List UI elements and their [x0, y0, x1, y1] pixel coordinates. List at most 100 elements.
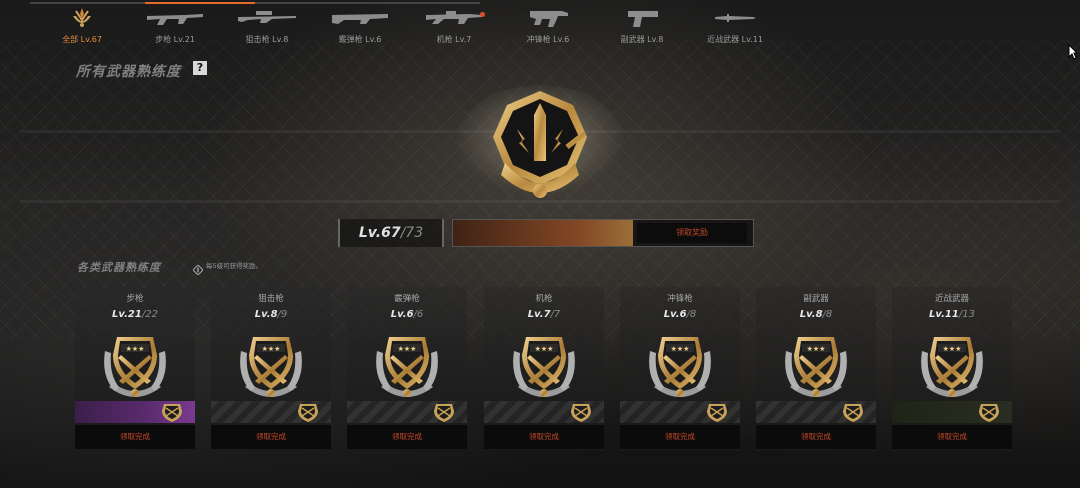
reward-preview-strip — [75, 401, 195, 423]
reward-preview-strip — [892, 401, 1012, 423]
card-level-display: Lv.6/6 — [347, 309, 467, 320]
tab-label: 霰弹枪 Lv.6 — [338, 35, 382, 44]
svg-text:★★★: ★★★ — [535, 345, 554, 353]
card-level: Lv.6 — [390, 309, 414, 320]
tab-all[interactable]: 全部 Lv.67 — [37, 6, 127, 48]
tab-pistol[interactable]: 副武器 Lv.8 — [597, 6, 687, 48]
knife-icon — [690, 6, 780, 30]
weapon-category-card[interactable]: 机枪 Lv.7/7 ★★★ 领取完成 — [484, 287, 604, 451]
reward-emblem-icon — [702, 402, 732, 422]
reward-emblem-icon — [293, 402, 323, 422]
reward-preview-strip — [484, 401, 604, 423]
card-level-display: Lv.7/7 — [484, 309, 604, 320]
card-max-level: /9 — [277, 309, 288, 320]
card-level: Lv.11 — [929, 309, 959, 320]
reward-hint-icon — [192, 260, 204, 276]
card-level-display: Lv.21/22 — [75, 309, 195, 320]
card-max-level: /8 — [822, 309, 833, 320]
smg-icon — [503, 6, 593, 30]
claim-reward-button[interactable]: 领取奖励 — [637, 223, 747, 243]
reward-preview-strip — [211, 401, 331, 423]
machine-gun-icon — [409, 6, 499, 30]
weapon-category-card[interactable]: 副武器 Lv.8/8 ★★★ 领取完成 — [756, 287, 876, 451]
svg-text:★★★: ★★★ — [807, 345, 826, 353]
card-level: Lv.8 — [799, 309, 823, 320]
card-title: 近战武器 — [934, 294, 969, 304]
weapon-category-card[interactable]: 霰弹枪 Lv.6/6 ★★★ 领取完成 — [347, 287, 467, 451]
category-rank-emblem: ★★★ — [233, 331, 309, 399]
category-rank-emblem: ★★★ — [97, 331, 173, 399]
category-rank-emblem: ★★★ — [642, 331, 718, 399]
shotgun-icon — [315, 6, 405, 30]
card-level-display: Lv.8/9 — [211, 309, 331, 320]
card-level: Lv.8 — [254, 309, 278, 320]
tab-label: 近战武器 Lv.11 — [707, 35, 763, 44]
claim-complete-button[interactable]: 领取完成 — [347, 425, 467, 449]
tab-label: 机枪 Lv.7 — [436, 35, 472, 44]
card-level-display: Lv.11/13 — [892, 309, 1012, 320]
overall-progress-bar: 领取奖励 — [452, 219, 754, 247]
weapon-category-card[interactable]: 狙击枪 Lv.8/9 ★★★ 领取完成 — [211, 287, 331, 451]
weapon-tab-bar: 全部 Lv.67 步枪 Lv.21 狙击枪 Lv.8 霰弹枪 Lv.6 机枪 L… — [0, 0, 1080, 50]
tab-label: 副武器 Lv.8 — [620, 35, 664, 44]
card-level-display: Lv.8/8 — [756, 309, 876, 320]
pistol-icon — [597, 6, 687, 30]
reward-emblem-icon — [974, 402, 1004, 422]
card-max-level: /6 — [413, 309, 424, 320]
claim-complete-button[interactable]: 领取完成 — [484, 425, 604, 449]
reward-emblem-icon — [838, 402, 868, 422]
card-max-level: /13 — [958, 309, 975, 320]
reward-preview-strip — [347, 401, 467, 423]
tab-machine-gun[interactable]: 机枪 Lv.7 — [409, 6, 499, 48]
weapon-category-card[interactable]: 近战武器 Lv.11/13 ★★★ 领取完成 — [892, 287, 1012, 451]
tab-label: 狙击枪 Lv.8 — [245, 35, 289, 44]
reward-preview-strip — [620, 401, 740, 423]
claim-complete-button[interactable]: 领取完成 — [620, 425, 740, 449]
claim-complete-button[interactable]: 领取完成 — [756, 425, 876, 449]
weapon-category-card[interactable]: 步枪 Lv.21/22 ★★★ 领取完成 — [75, 287, 195, 451]
tab-bar-highlight — [145, 2, 255, 4]
claim-complete-button[interactable]: 领取完成 — [211, 425, 331, 449]
card-level-display: Lv.6/8 — [620, 309, 740, 320]
tab-shotgun[interactable]: 霰弹枪 Lv.6 — [315, 6, 405, 48]
tab-rifle[interactable]: 步枪 Lv.21 — [130, 6, 220, 48]
card-level: Lv.21 — [112, 309, 142, 320]
reward-emblem-icon — [566, 402, 596, 422]
tab-bar-line — [30, 2, 480, 4]
tab-label: 全部 Lv.67 — [62, 35, 102, 44]
help-icon[interactable]: ? — [193, 61, 207, 75]
card-title: 霰弹枪 — [394, 294, 420, 304]
weapon-category-card[interactable]: 冲锋枪 Lv.6/8 ★★★ 领取完成 — [620, 287, 740, 451]
category-rank-emblem: ★★★ — [914, 331, 990, 399]
reward-hint-text: 每5级可获得奖励。 — [206, 262, 263, 270]
card-title: 副武器 — [803, 294, 829, 304]
category-rank-emblem: ★★★ — [506, 331, 582, 399]
reward-emblem-icon — [157, 402, 187, 422]
card-max-level: /22 — [141, 309, 158, 320]
overall-max-level: /73 — [400, 225, 424, 241]
category-section-title: 各类武器熟练度 — [77, 261, 161, 274]
reward-emblem-icon — [429, 402, 459, 422]
card-level: Lv.6 — [663, 309, 687, 320]
tab-label: 步枪 Lv.21 — [155, 35, 195, 44]
card-max-level: /7 — [550, 309, 561, 320]
claim-complete-button[interactable]: 领取完成 — [75, 425, 195, 449]
tab-melee[interactable]: 近战武器 Lv.11 — [690, 6, 780, 48]
svg-text:★★★: ★★★ — [262, 345, 281, 353]
claim-complete-button[interactable]: 领取完成 — [892, 425, 1012, 449]
svg-text:★★★: ★★★ — [943, 345, 962, 353]
card-title: 步枪 — [126, 294, 144, 304]
card-title: 机枪 — [535, 294, 553, 304]
all-weapons-emblem-icon — [37, 6, 127, 30]
tab-smg[interactable]: 冲锋枪 Lv.6 — [503, 6, 593, 48]
overall-level-display: Lv.67/73 — [338, 219, 444, 247]
card-title: 狙击枪 — [258, 294, 284, 304]
overall-level: Lv.67 — [358, 225, 401, 241]
card-max-level: /8 — [686, 309, 697, 320]
overall-section-title: 所有武器熟练度 — [76, 64, 181, 80]
category-rank-emblem: ★★★ — [369, 331, 445, 399]
rifle-icon — [130, 6, 220, 30]
card-title: 冲锋枪 — [667, 294, 693, 304]
tab-sniper[interactable]: 狙击枪 Lv.8 — [222, 6, 312, 48]
tab-label: 冲锋枪 Lv.6 — [526, 35, 570, 44]
